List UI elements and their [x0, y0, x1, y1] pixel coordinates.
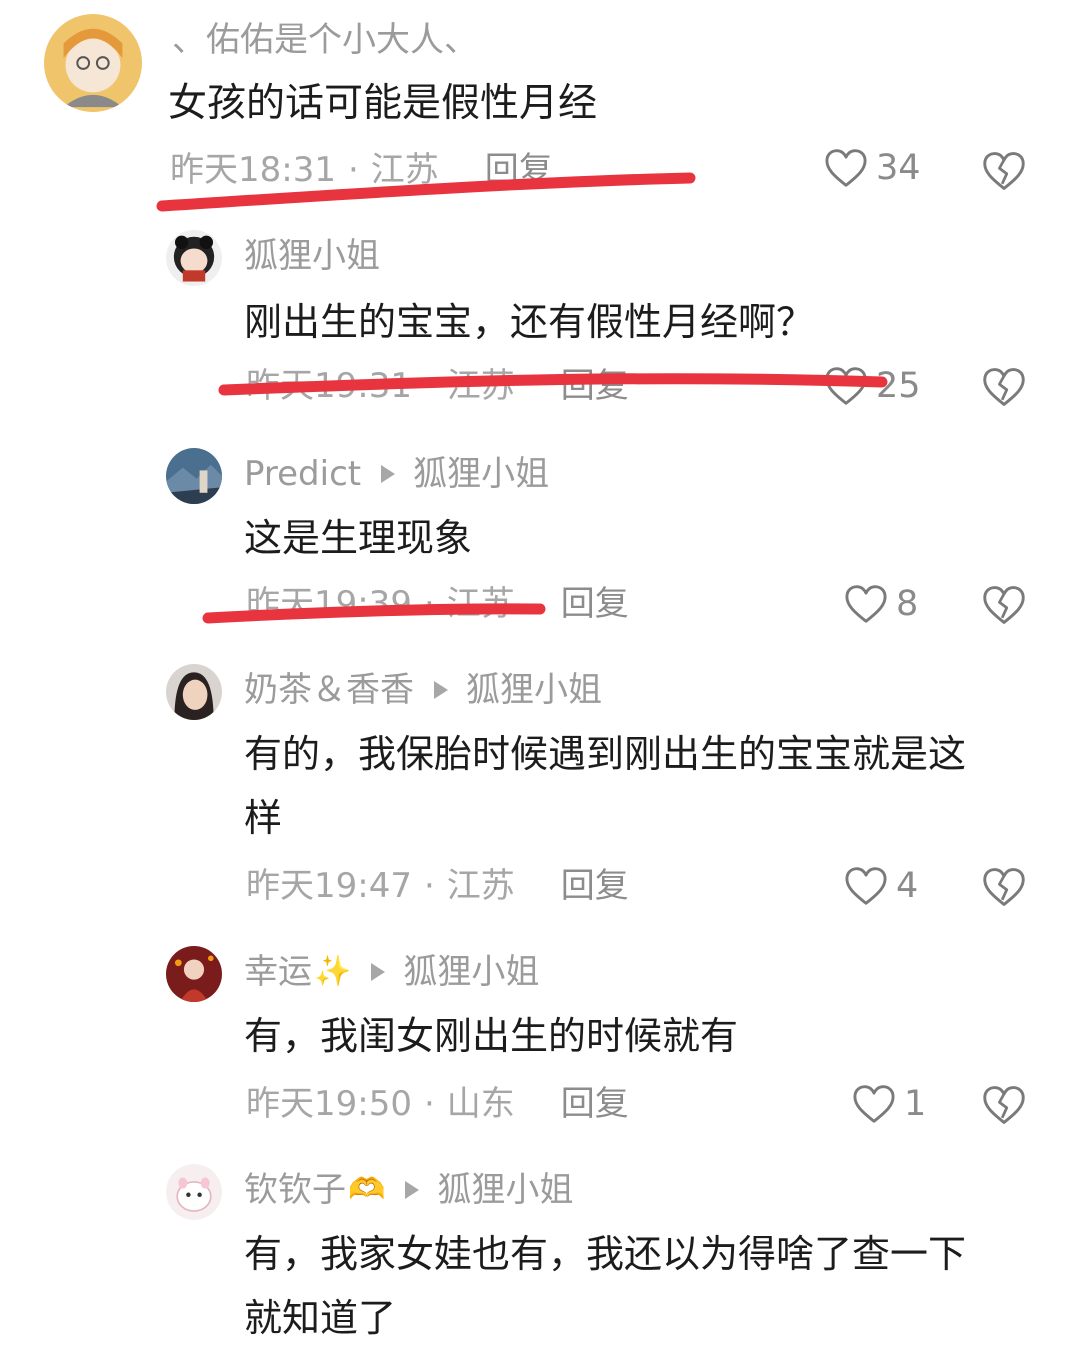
heart-outline-icon [845, 585, 887, 623]
separator-dot: · [423, 1084, 435, 1124]
reply-to-username[interactable]: 狐狸小姐 [437, 1170, 573, 1210]
location: 江苏 [446, 584, 515, 624]
comment-text: 女孩的话可能是假性月经 [168, 81, 598, 126]
location: 山东 [446, 1084, 515, 1124]
like-button[interactable]: 1 [852, 1084, 926, 1124]
reply-button[interactable]: 回复 [561, 866, 629, 906]
heart-outline-icon [853, 1085, 895, 1123]
username[interactable]: Predict 狐狸小姐 [244, 454, 549, 494]
heart-outline-icon [825, 149, 867, 187]
username-text[interactable]: 奶茶＆香香 [244, 670, 414, 710]
reply-to-username[interactable]: 狐狸小姐 [413, 454, 549, 494]
username[interactable]: 狐狸小姐 [244, 236, 380, 276]
broken-heart-icon[interactable] [982, 150, 1026, 192]
username-text[interactable]: 钦钦子 [244, 1170, 346, 1210]
comment-text: 刚出生的宝宝，还有假性月经啊？ [244, 300, 815, 344]
like-count: 34 [876, 148, 921, 188]
username-text[interactable]: 幸运 [244, 952, 312, 992]
username[interactable]: 、佑佑是个小大人、 [172, 20, 478, 60]
timestamp: 昨天18:31 [170, 150, 336, 190]
timestamp: 昨天19:47 [246, 866, 412, 906]
separator-dot: · [423, 584, 435, 624]
like-button[interactable]: 4 [844, 866, 918, 906]
separator-dot: · [423, 366, 435, 406]
comment-text: 有的，我保胎时候遇到刚出生的宝宝就是这 样 [244, 732, 967, 840]
timestamp: 昨天19:31 [246, 366, 412, 406]
heart-hands-icon: 🫶 [348, 1172, 386, 1207]
username[interactable]: 奶茶＆香香 狐狸小姐 [244, 670, 602, 710]
play-triangle-icon [371, 963, 386, 981]
broken-heart-icon[interactable] [982, 1084, 1026, 1126]
reply-button[interactable]: 回复 [485, 150, 553, 190]
username-text[interactable]: 、佑佑是个小大人、 [172, 20, 478, 60]
comment-meta: 昨天19:50 · 山东 回复 [246, 1084, 629, 1124]
reply-button[interactable]: 回复 [561, 584, 629, 624]
comment-text: 有，我家女娃也有，我还以为得啥了查一下 就知道了 [244, 1232, 967, 1340]
avatar[interactable] [166, 448, 222, 504]
broken-heart-icon[interactable] [982, 584, 1026, 626]
like-button[interactable]: 34 [824, 148, 921, 188]
heart-outline-icon [825, 367, 867, 405]
broken-heart-icon[interactable] [982, 366, 1026, 408]
reply-to-username[interactable]: 狐狸小姐 [403, 952, 539, 992]
separator-dot: · [347, 150, 359, 190]
reply-button[interactable]: 回复 [561, 1084, 629, 1124]
comment-text: 这是生理现象 [244, 516, 473, 560]
username-text[interactable]: 狐狸小姐 [244, 236, 380, 276]
comment-meta: 昨天19:39 · 江苏 回复 [246, 584, 629, 624]
comment-meta: 昨天19:47 · 江苏 回复 [246, 866, 629, 906]
username-text[interactable]: Predict [244, 454, 361, 494]
reply-to-username[interactable]: 狐狸小姐 [466, 670, 602, 710]
comment-text: 有，我闺女刚出生的时候就有 [244, 1014, 739, 1058]
timestamp: 昨天19:39 [246, 584, 412, 624]
location: 江苏 [446, 366, 515, 406]
username[interactable]: 幸运 ✨ 狐狸小姐 [244, 952, 539, 992]
avatar[interactable] [166, 230, 222, 286]
play-triangle-icon [434, 681, 448, 699]
avatar[interactable] [166, 1164, 222, 1220]
comment-meta: 昨天19:31 · 江苏 回复 [246, 366, 629, 406]
sparkles-icon: ✨ [314, 954, 352, 989]
like-button[interactable]: 25 [824, 366, 921, 406]
username[interactable]: 钦钦子 🫶 狐狸小姐 [244, 1170, 573, 1210]
location: 江苏 [446, 866, 515, 906]
reply-button[interactable]: 回复 [561, 366, 629, 406]
like-count: 4 [896, 866, 919, 906]
timestamp: 昨天19:50 [246, 1084, 412, 1124]
like-count: 25 [876, 366, 921, 406]
heart-outline-icon [845, 867, 887, 905]
like-button[interactable]: 8 [844, 584, 918, 624]
location: 江苏 [370, 150, 439, 190]
broken-heart-icon[interactable] [982, 866, 1026, 908]
comment-meta: 昨天18:31 · 江苏 回复 [170, 150, 553, 190]
separator-dot: · [423, 866, 435, 906]
avatar[interactable] [166, 664, 222, 720]
like-count: 8 [896, 584, 919, 624]
like-count: 1 [904, 1084, 927, 1124]
play-triangle-icon [405, 1181, 420, 1199]
avatar[interactable] [44, 14, 142, 112]
avatar[interactable] [166, 946, 222, 1002]
play-triangle-icon [381, 465, 396, 483]
